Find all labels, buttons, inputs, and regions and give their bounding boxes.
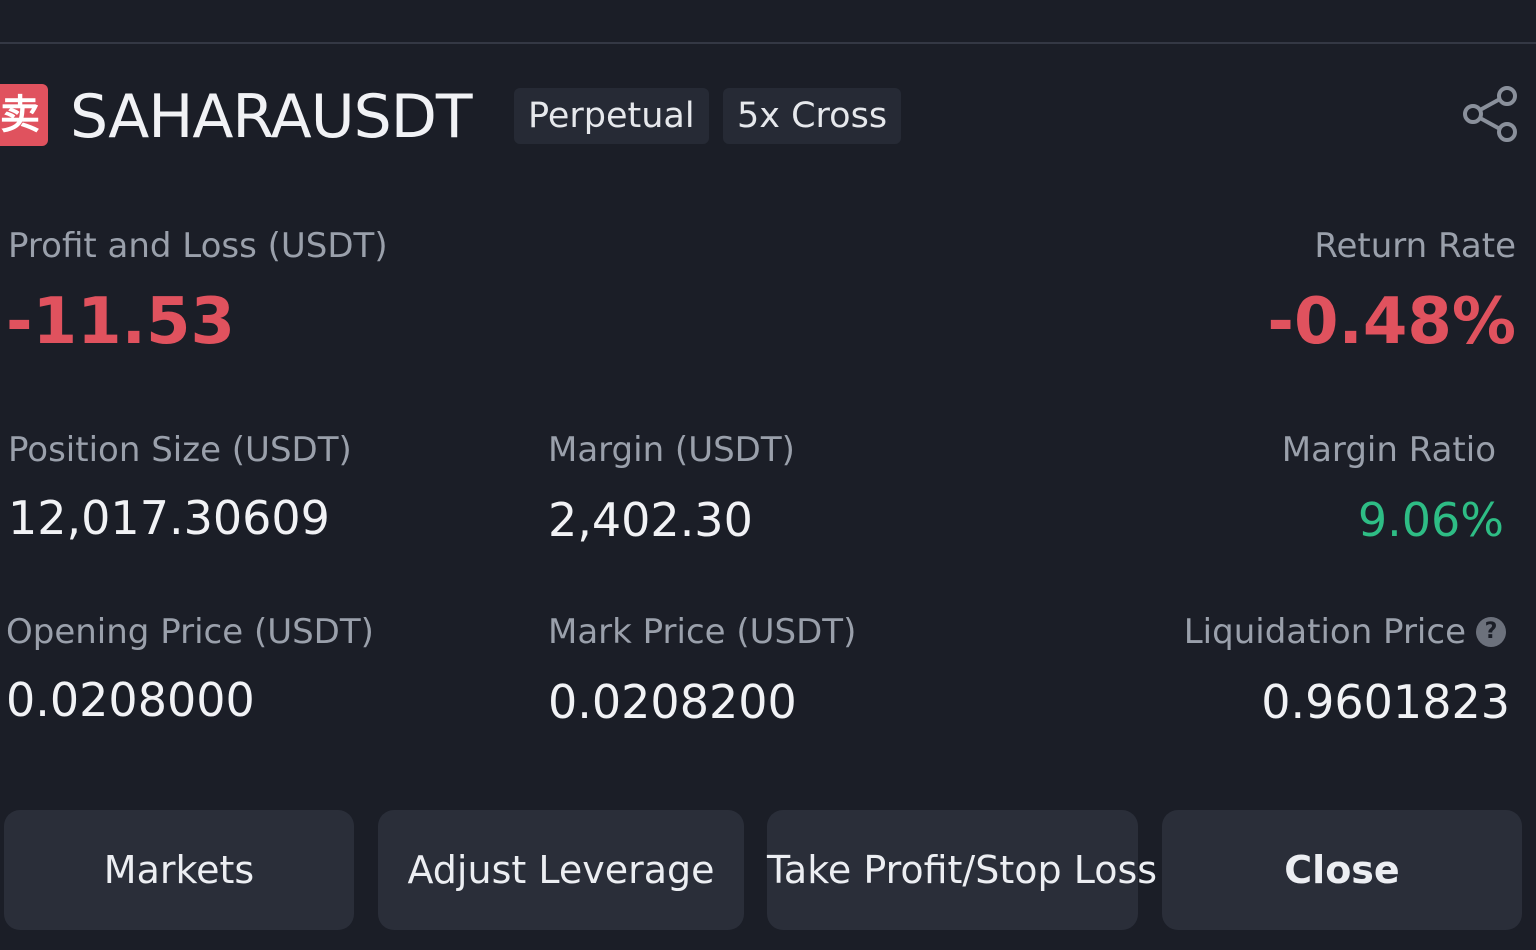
return-rate-value: -0.48%: [1267, 285, 1516, 359]
position-size-label: Position Size (USDT): [8, 430, 352, 470]
question-icon[interactable]: ?: [1476, 616, 1506, 647]
share-icon[interactable]: [1460, 84, 1520, 144]
mark-price-label: Mark Price (USDT): [548, 612, 857, 652]
pnl-label: Profit and Loss (USDT): [8, 226, 388, 266]
pnl-value: -11.53: [6, 285, 235, 359]
position-size-value: 12,017.30609: [8, 491, 330, 545]
liquidation-price-label-group: Liquidation Price?: [1184, 610, 1506, 654]
leverage-tag[interactable]: 5x Cross: [723, 88, 902, 144]
margin-ratio-label: Margin Ratio: [1281, 430, 1496, 470]
liquidation-price-value: 0.9601823: [1261, 675, 1510, 729]
position-card: 卖 SAHARAUSDT Perpetual 5x Cross Profit a…: [0, 0, 1536, 950]
divider: [0, 42, 1536, 44]
symbol-title: SAHARAUSDT: [70, 82, 473, 152]
sell-side-badge: 卖: [0, 84, 48, 146]
return-rate-label: Return Rate: [1314, 226, 1516, 266]
mark-price-value: 0.0208200: [548, 675, 797, 729]
close-position-button[interactable]: Close: [1162, 810, 1522, 930]
take-profit-stop-loss-button[interactable]: Take Profit/Stop Loss: [767, 810, 1157, 930]
opening-price-value: 0.0208000: [6, 673, 255, 727]
margin-value: 2,402.30: [548, 493, 753, 547]
liquidation-price-label: Liquidation Price: [1183, 612, 1466, 652]
margin-ratio-value: 9.06%: [1357, 493, 1504, 547]
opening-price-label: Opening Price (USDT): [6, 612, 374, 652]
margin-label: Margin (USDT): [548, 430, 795, 470]
adjust-leverage-button[interactable]: Adjust Leverage: [378, 810, 744, 930]
contract-type-tag: Perpetual: [514, 88, 709, 144]
markets-button[interactable]: Markets: [4, 810, 354, 930]
